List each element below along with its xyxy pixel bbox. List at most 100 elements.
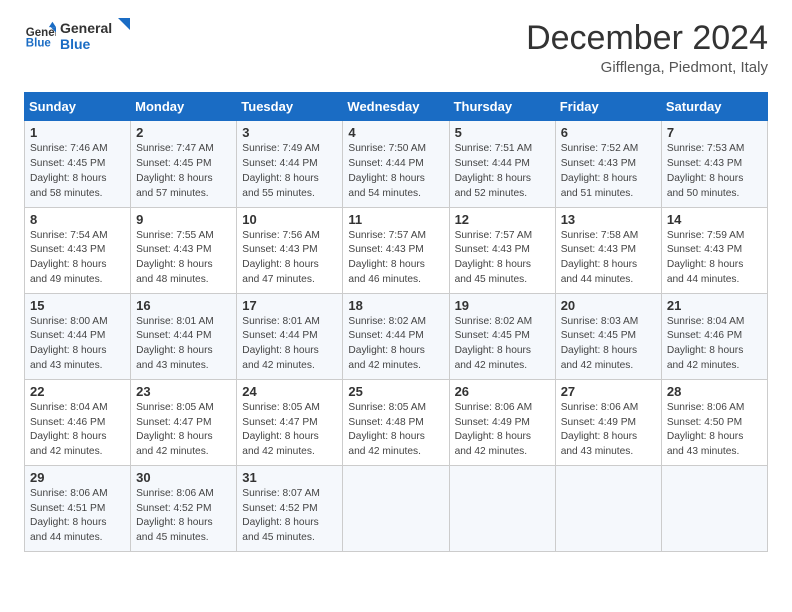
day-number: 23 <box>136 384 231 399</box>
calendar-cell: 25 Sunrise: 8:05 AMSunset: 4:48 PMDayligh… <box>343 379 449 465</box>
calendar-cell: 12 Sunrise: 7:57 AMSunset: 4:43 PMDayligh… <box>449 207 555 293</box>
day-number: 27 <box>561 384 656 399</box>
day-number: 7 <box>667 125 762 140</box>
day-info: Sunrise: 7:49 AMSunset: 4:44 PMDaylight:… <box>242 142 337 201</box>
day-info: Sunrise: 8:04 AMSunset: 4:46 PMDaylight:… <box>667 315 762 374</box>
month-title: December 2024 <box>526 20 768 57</box>
day-info: Sunrise: 8:05 AMSunset: 4:48 PMDaylight:… <box>348 401 443 460</box>
calendar-cell: 11 Sunrise: 7:57 AMSunset: 4:43 PMDayligh… <box>343 207 449 293</box>
calendar-cell: 22Sunrise: 8:04 AMSunset: 4:46 PMDayligh… <box>25 379 131 465</box>
calendar-cell <box>343 465 449 551</box>
calendar-cell: 14 Sunrise: 7:59 AMSunset: 4:43 PMDayligh… <box>661 207 767 293</box>
day-number: 9 <box>136 212 231 227</box>
calendar-cell: 2Sunrise: 7:47 AMSunset: 4:45 PMDaylight… <box>131 121 237 207</box>
day-number: 3 <box>242 125 337 140</box>
calendar-header-row: SundayMondayTuesdayWednesdayThursdayFrid… <box>25 93 768 121</box>
day-info: Sunrise: 8:05 AMSunset: 4:47 PMDaylight:… <box>136 401 231 460</box>
calendar-cell <box>555 465 661 551</box>
day-number: 19 <box>455 298 550 313</box>
logo-general: General <box>60 20 112 36</box>
calendar-header-tuesday: Tuesday <box>237 93 343 121</box>
day-number: 12 <box>455 212 550 227</box>
calendar-body: 1 Sunrise: 7:46 AMSunset: 4:45 PMDaylight… <box>25 121 768 552</box>
day-info: Sunrise: 7:59 AMSunset: 4:43 PMDaylight:… <box>667 229 762 288</box>
calendar-cell: 26 Sunrise: 8:06 AMSunset: 4:49 PMDayligh… <box>449 379 555 465</box>
calendar-cell: 27 Sunrise: 8:06 AMSunset: 4:49 PMDayligh… <box>555 379 661 465</box>
day-number: 16 <box>136 298 231 313</box>
day-info: Sunrise: 8:01 AMSunset: 4:44 PMDaylight:… <box>136 315 231 374</box>
day-info: Sunrise: 8:06 AMSunset: 4:50 PMDaylight:… <box>667 401 762 460</box>
calendar-cell: 18 Sunrise: 8:02 AMSunset: 4:44 PMDayligh… <box>343 293 449 379</box>
calendar-header-sunday: Sunday <box>25 93 131 121</box>
calendar-cell: 21 Sunrise: 8:04 AMSunset: 4:46 PMDayligh… <box>661 293 767 379</box>
day-info: Sunrise: 8:06 AMSunset: 4:49 PMDaylight:… <box>561 401 656 460</box>
day-info: Sunrise: 7:56 AMSunset: 4:43 PMDaylight:… <box>242 229 337 288</box>
day-number: 15 <box>30 298 125 313</box>
page-header: General Blue General Blue December 2024 … <box>24 20 768 76</box>
day-number: 31 <box>242 470 337 485</box>
day-info: Sunrise: 7:52 AMSunset: 4:43 PMDaylight:… <box>561 142 656 201</box>
day-info: Sunrise: 7:57 AMSunset: 4:43 PMDaylight:… <box>348 229 443 288</box>
calendar-header-friday: Friday <box>555 93 661 121</box>
calendar-cell: 1 Sunrise: 7:46 AMSunset: 4:45 PMDaylight… <box>25 121 131 207</box>
calendar-cell: 5Sunrise: 7:51 AMSunset: 4:44 PMDaylight… <box>449 121 555 207</box>
calendar-cell <box>449 465 555 551</box>
calendar-header-thursday: Thursday <box>449 93 555 121</box>
calendar-cell: 30Sunrise: 8:06 AMSunset: 4:52 PMDayligh… <box>131 465 237 551</box>
calendar-cell: 17 Sunrise: 8:01 AMSunset: 4:44 PMDayligh… <box>237 293 343 379</box>
day-info: Sunrise: 7:55 AMSunset: 4:43 PMDaylight:… <box>136 229 231 288</box>
day-number: 11 <box>348 212 443 227</box>
day-info: Sunrise: 8:03 AMSunset: 4:45 PMDaylight:… <box>561 315 656 374</box>
calendar-week-3: 15Sunrise: 8:00 AMSunset: 4:44 PMDayligh… <box>25 293 768 379</box>
day-number: 8 <box>30 212 125 227</box>
day-number: 22 <box>30 384 125 399</box>
day-number: 18 <box>348 298 443 313</box>
day-info: Sunrise: 7:54 AMSunset: 4:43 PMDaylight:… <box>30 229 125 288</box>
logo-icon: General Blue <box>24 20 56 52</box>
day-number: 29 <box>30 470 125 485</box>
calendar-cell: 29 Sunrise: 8:06 AMSunset: 4:51 PMDayligh… <box>25 465 131 551</box>
calendar-cell: 20Sunrise: 8:03 AMSunset: 4:45 PMDayligh… <box>555 293 661 379</box>
day-info: Sunrise: 7:57 AMSunset: 4:43 PMDaylight:… <box>455 229 550 288</box>
calendar-cell <box>661 465 767 551</box>
svg-text:Blue: Blue <box>26 38 52 50</box>
day-info: Sunrise: 7:47 AMSunset: 4:45 PMDaylight:… <box>136 142 231 201</box>
calendar-week-1: 1 Sunrise: 7:46 AMSunset: 4:45 PMDaylight… <box>25 121 768 207</box>
calendar-cell: 19 Sunrise: 8:02 AMSunset: 4:45 PMDayligh… <box>449 293 555 379</box>
day-info: Sunrise: 8:02 AMSunset: 4:44 PMDaylight:… <box>348 315 443 374</box>
calendar-cell: 24Sunrise: 8:05 AMSunset: 4:47 PMDayligh… <box>237 379 343 465</box>
day-number: 14 <box>667 212 762 227</box>
location: Gifflenga, Piedmont, Italy <box>526 59 768 76</box>
day-number: 17 <box>242 298 337 313</box>
calendar-cell: 3 Sunrise: 7:49 AMSunset: 4:44 PMDaylight… <box>237 121 343 207</box>
day-info: Sunrise: 7:51 AMSunset: 4:44 PMDaylight:… <box>455 142 550 201</box>
calendar-cell: 15Sunrise: 8:00 AMSunset: 4:44 PMDayligh… <box>25 293 131 379</box>
day-number: 6 <box>561 125 656 140</box>
day-info: Sunrise: 8:06 AMSunset: 4:51 PMDaylight:… <box>30 487 125 546</box>
day-info: Sunrise: 7:53 AMSunset: 4:43 PMDaylight:… <box>667 142 762 201</box>
calendar-cell: 6 Sunrise: 7:52 AMSunset: 4:43 PMDaylight… <box>555 121 661 207</box>
calendar-cell: 4Sunrise: 7:50 AMSunset: 4:44 PMDaylight… <box>343 121 449 207</box>
day-info: Sunrise: 8:05 AMSunset: 4:47 PMDaylight:… <box>242 401 337 460</box>
title-block: December 2024 Gifflenga, Piedmont, Italy <box>526 20 768 76</box>
calendar-cell: 7 Sunrise: 7:53 AMSunset: 4:43 PMDaylight… <box>661 121 767 207</box>
day-number: 13 <box>561 212 656 227</box>
day-info: Sunrise: 8:06 AMSunset: 4:49 PMDaylight:… <box>455 401 550 460</box>
calendar-week-5: 29 Sunrise: 8:06 AMSunset: 4:51 PMDayligh… <box>25 465 768 551</box>
logo: General Blue General Blue <box>24 20 132 52</box>
day-number: 4 <box>348 125 443 140</box>
calendar-cell: 16 Sunrise: 8:01 AMSunset: 4:44 PMDayligh… <box>131 293 237 379</box>
day-info: Sunrise: 8:06 AMSunset: 4:52 PMDaylight:… <box>136 487 231 546</box>
day-number: 26 <box>455 384 550 399</box>
day-info: Sunrise: 8:07 AMSunset: 4:52 PMDaylight:… <box>242 487 337 546</box>
day-info: Sunrise: 8:02 AMSunset: 4:45 PMDaylight:… <box>455 315 550 374</box>
day-info: Sunrise: 8:01 AMSunset: 4:44 PMDaylight:… <box>242 315 337 374</box>
calendar-cell: 23 Sunrise: 8:05 AMSunset: 4:47 PMDayligh… <box>131 379 237 465</box>
day-info: Sunrise: 7:46 AMSunset: 4:45 PMDaylight:… <box>30 142 125 201</box>
calendar-cell: 13Sunrise: 7:58 AMSunset: 4:43 PMDayligh… <box>555 207 661 293</box>
day-number: 1 <box>30 125 125 140</box>
day-number: 21 <box>667 298 762 313</box>
calendar-week-2: 8 Sunrise: 7:54 AMSunset: 4:43 PMDaylight… <box>25 207 768 293</box>
day-number: 25 <box>348 384 443 399</box>
calendar-cell: 9 Sunrise: 7:55 AMSunset: 4:43 PMDaylight… <box>131 207 237 293</box>
